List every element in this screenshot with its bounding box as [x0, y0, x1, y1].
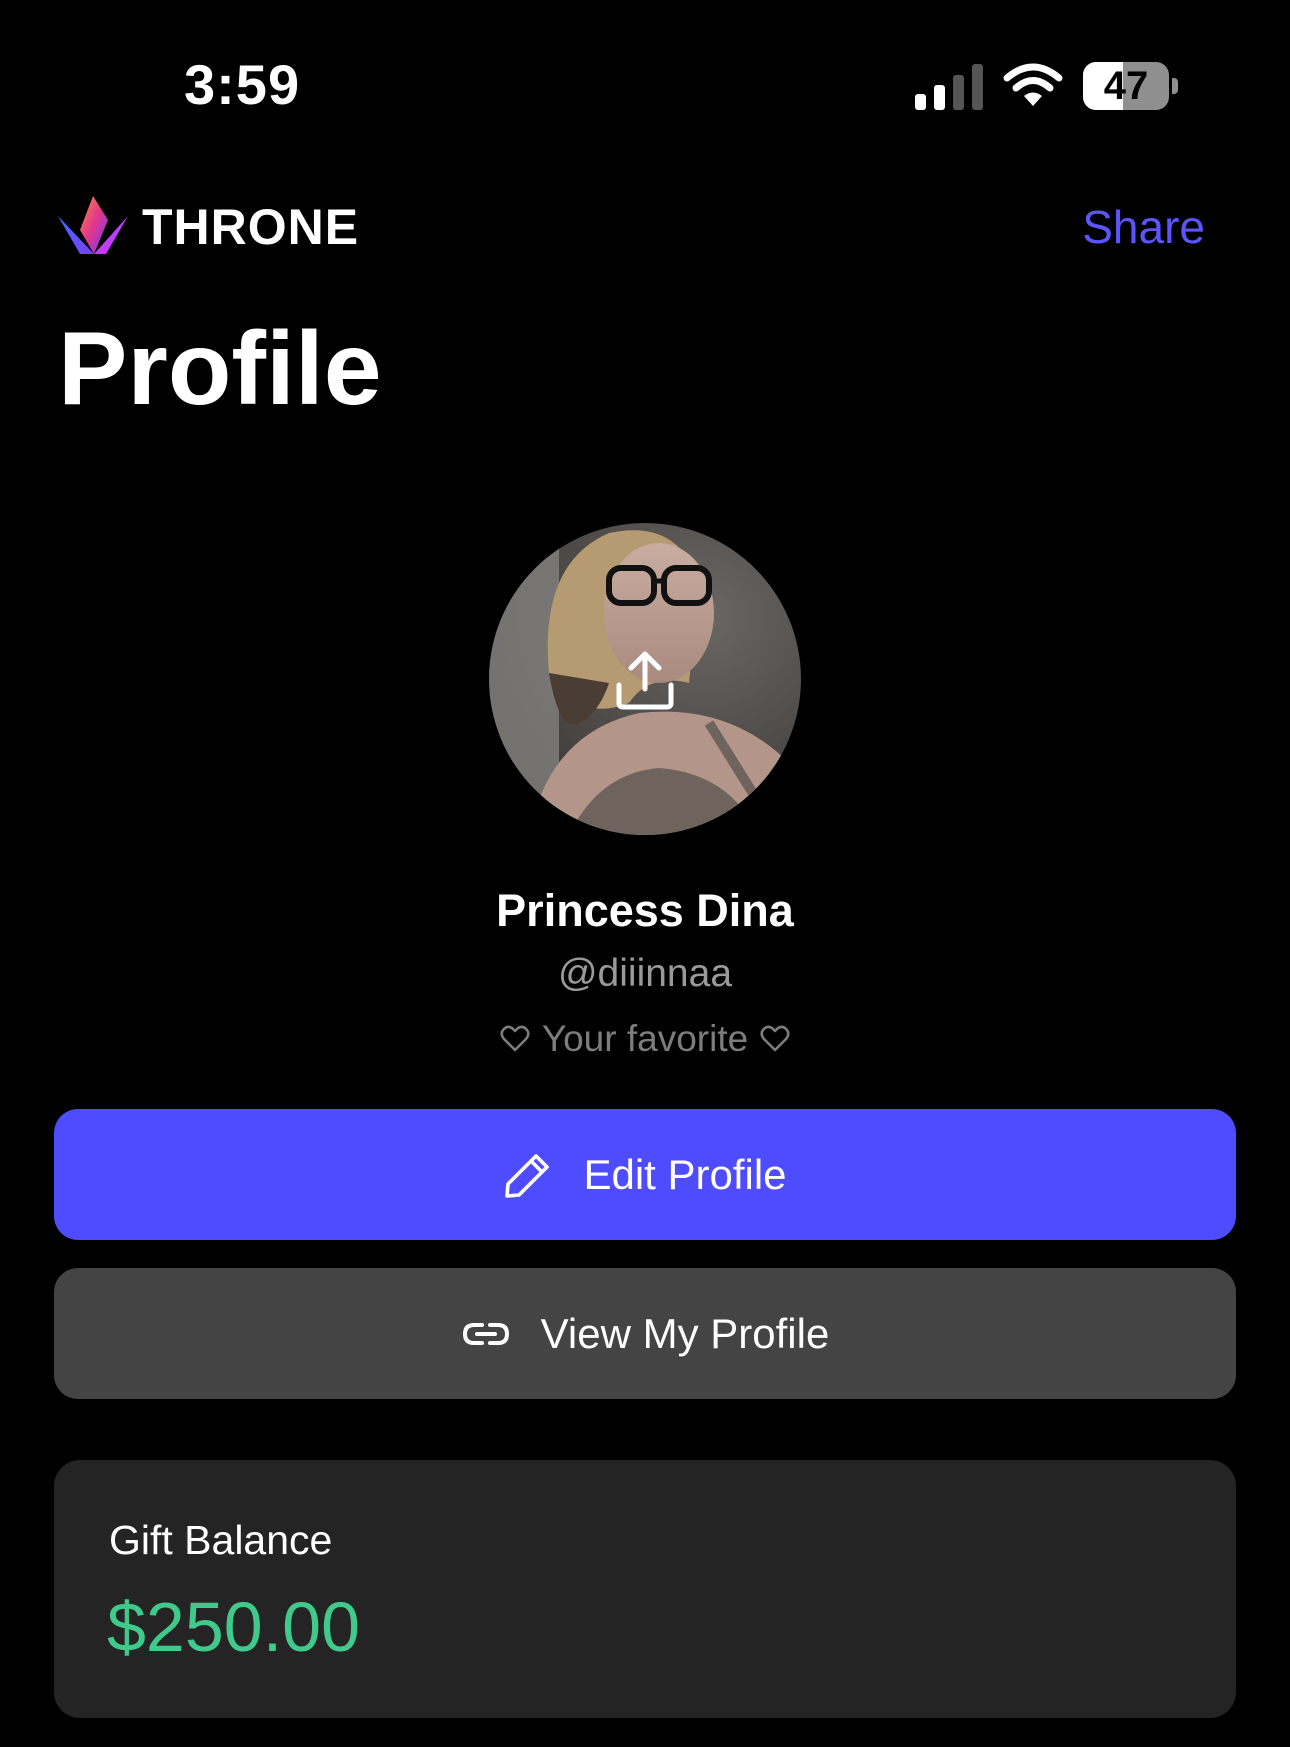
- brand-logo: THRONE: [58, 194, 359, 260]
- edit-profile-label: Edit Profile: [583, 1150, 787, 1198]
- status-bar: 3:59 47: [0, 0, 1290, 150]
- brand-name: THRONE: [142, 199, 360, 255]
- display-name: Princess Dina: [496, 885, 794, 936]
- gift-balance-card: Gift Balance $250.00: [54, 1460, 1236, 1718]
- edit-profile-button[interactable]: Edit Profile: [54, 1109, 1236, 1240]
- heart-icon: [760, 1025, 790, 1052]
- battery-icon: 47: [1083, 62, 1179, 110]
- page-title: Profile: [58, 311, 382, 427]
- wifi-icon: [1003, 63, 1063, 106]
- upload-icon: [616, 651, 674, 710]
- favorite-text: Your favorite: [541, 1018, 749, 1059]
- link-icon: [462, 1322, 509, 1345]
- pencil-icon: [505, 1153, 550, 1198]
- favorite-indicator: Your favorite: [0, 1018, 1290, 1060]
- crown-logo-icon: [58, 196, 128, 254]
- share-link[interactable]: Share: [1082, 200, 1205, 254]
- signal-icon: [915, 64, 983, 110]
- battery-level: 47: [1103, 64, 1149, 108]
- avatar[interactable]: [489, 523, 801, 835]
- status-time: 3:59: [184, 53, 301, 116]
- username-handle: @diiinnaa: [557, 952, 733, 995]
- view-my-profile-button[interactable]: View My Profile: [54, 1268, 1236, 1399]
- gift-balance-label: Gift Balance: [109, 1517, 333, 1563]
- battery-body: 47: [1083, 62, 1169, 110]
- heart-icon: [500, 1025, 530, 1052]
- view-my-profile-label: View My Profile: [540, 1309, 830, 1357]
- gift-balance-amount: $250.00: [107, 1588, 361, 1666]
- battery-cap: [1172, 78, 1178, 94]
